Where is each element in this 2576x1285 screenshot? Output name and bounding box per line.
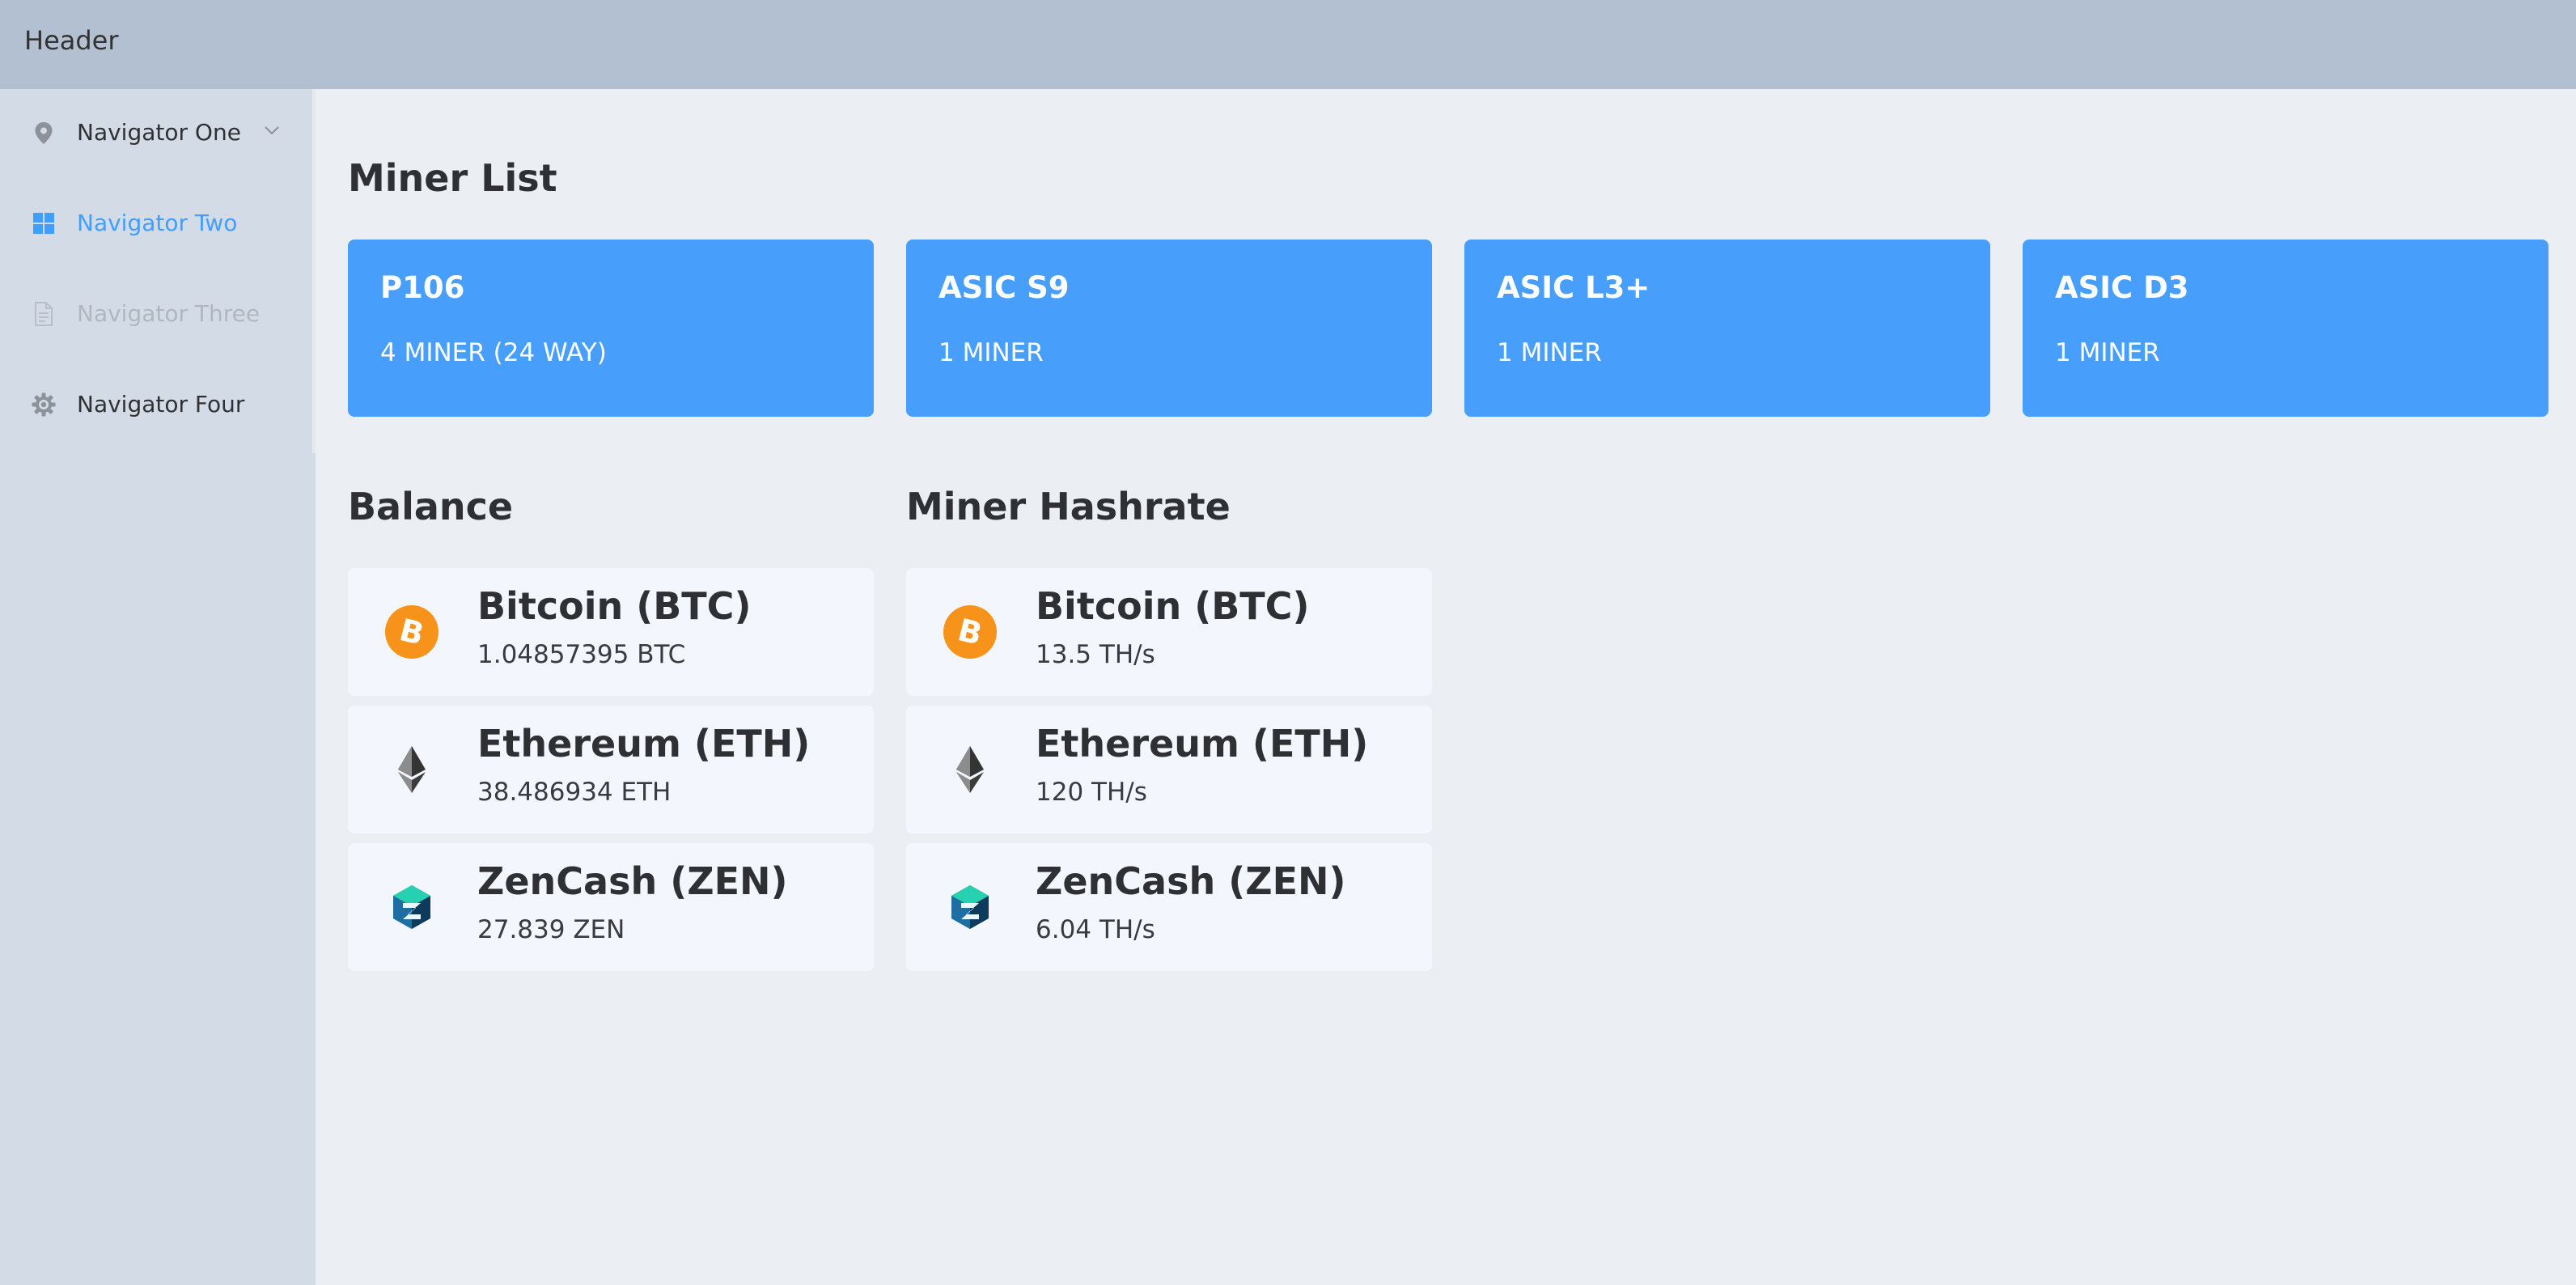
balance-item-zen: ZenCash (ZEN) 27.839 ZEN — [348, 843, 874, 971]
coin-name: ZenCash (ZEN) — [1036, 859, 1346, 903]
coin-name: Ethereum (ETH) — [477, 722, 811, 765]
bitcoin-icon: B — [943, 605, 997, 659]
sidebar-item-navigator-four[interactable]: Navigator Four — [0, 361, 312, 452]
header-title: Header — [24, 25, 119, 56]
coin-balance: 38.486934 ETH — [477, 778, 672, 807]
coin-name: ZenCash (ZEN) — [477, 859, 788, 903]
sidebar-item-label: Navigator One — [77, 119, 241, 146]
sidebar: Navigator One Navigator Two Navigator Th… — [0, 89, 316, 1285]
miner-card-asic-d3[interactable]: ASIC D3 1 MINER — [2023, 240, 2548, 417]
ethereum-icon — [398, 746, 426, 793]
hashrate-item-btc: B Bitcoin (BTC) 13.5 TH/s — [906, 568, 1432, 696]
miner-card-count: 4 MINER (24 WAY) — [380, 338, 607, 367]
sidebar-menu: Navigator One Navigator Two Navigator Th… — [0, 89, 312, 453]
hashrate-title: Miner Hashrate — [906, 485, 1231, 528]
miner-card-count: 1 MINER — [2055, 338, 2160, 367]
coin-hashrate: 120 TH/s — [1036, 778, 1147, 807]
miner-card-count: 1 MINER — [938, 338, 1044, 367]
miner-card-name: ASIC L3+ — [1497, 270, 1650, 305]
coin-balance: 1.04857395 BTC — [477, 640, 686, 669]
sidebar-item-label: Navigator Four — [77, 391, 245, 418]
balance-title: Balance — [348, 485, 514, 528]
coin-hashrate: 13.5 TH/s — [1036, 640, 1155, 669]
coin-balance: 27.839 ZEN — [477, 915, 625, 944]
sidebar-item-navigator-three: Navigator Three — [0, 270, 312, 361]
coin-name: Bitcoin (BTC) — [477, 584, 752, 628]
sidebar-item-label: Navigator Three — [77, 300, 261, 327]
miner-card-name: ASIC S9 — [938, 270, 1070, 305]
zencash-icon — [951, 885, 989, 929]
hashrate-item-eth: Ethereum (ETH) 120 TH/s — [906, 706, 1432, 833]
zencash-icon — [393, 885, 430, 929]
balance-item-eth: Ethereum (ETH) 38.486934 ETH — [348, 706, 874, 833]
main-content: Miner List P106 4 MINER (24 WAY) ASIC S9… — [316, 89, 2576, 1285]
miner-list-title: Miner List — [348, 156, 557, 200]
miner-card-asic-s9[interactable]: ASIC S9 1 MINER — [906, 240, 1432, 417]
ethereum-icon — [956, 746, 984, 793]
hashrate-item-zen: ZenCash (ZEN) 6.04 TH/s — [906, 843, 1432, 971]
sidebar-item-navigator-one[interactable]: Navigator One — [0, 89, 312, 180]
balance-item-btc: B Bitcoin (BTC) 1.04857395 BTC — [348, 568, 874, 696]
coin-name: Bitcoin (BTC) — [1036, 584, 1310, 628]
sidebar-item-label: Navigator Two — [77, 210, 238, 236]
coin-hashrate: 6.04 TH/s — [1036, 915, 1155, 944]
miner-card-name: ASIC D3 — [2055, 270, 2189, 305]
document-icon — [35, 302, 53, 326]
chevron-down-icon[interactable] — [261, 120, 282, 141]
miner-card-p106[interactable]: P106 4 MINER (24 WAY) — [348, 240, 874, 417]
miner-card-name: P106 — [380, 270, 465, 305]
app-header: Header — [0, 0, 2576, 89]
coin-name: Ethereum (ETH) — [1036, 722, 1369, 765]
miner-card-asic-l3-plus[interactable]: ASIC L3+ 1 MINER — [1464, 240, 1990, 417]
miner-card-count: 1 MINER — [1497, 338, 1602, 367]
sidebar-item-navigator-two[interactable]: Navigator Two — [0, 180, 312, 270]
location-pin-icon — [35, 122, 53, 144]
gear-icon — [32, 392, 56, 417]
grid-menu-icon — [33, 213, 54, 234]
bitcoin-icon: B — [385, 605, 439, 659]
